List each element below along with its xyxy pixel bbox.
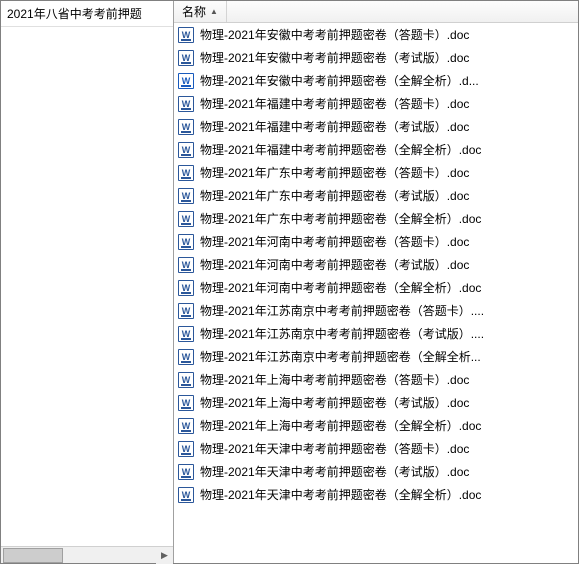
- file-row[interactable]: 物理-2021年福建中考考前押题密卷（答题卡）.doc: [174, 92, 578, 115]
- file-name-label: 物理-2021年安徽中考考前押题密卷（考试版）.doc: [200, 49, 469, 66]
- word-document-icon: [178, 487, 194, 503]
- file-row[interactable]: 物理-2021年天津中考考前押题密卷（全解全析）.doc: [174, 483, 578, 506]
- horizontal-scrollbar[interactable]: ▶: [1, 546, 173, 563]
- file-row[interactable]: 物理-2021年河南中考考前押题密卷（考试版）.doc: [174, 253, 578, 276]
- file-row[interactable]: 物理-2021年江苏南京中考考前押题密卷（考试版）....: [174, 322, 578, 345]
- file-name-label: 物理-2021年上海中考考前押题密卷（全解全析）.doc: [200, 417, 481, 434]
- column-header-name[interactable]: 名称 ▲: [174, 1, 227, 22]
- file-list: 物理-2021年安徽中考考前押题密卷（答题卡）.doc 物理-2021年安徽中考考…: [174, 23, 578, 563]
- word-document-icon: [178, 303, 194, 319]
- file-name-label: 物理-2021年江苏南京中考考前押题密卷（考试版）....: [200, 325, 484, 342]
- file-name-label: 物理-2021年福建中考考前押题密卷（考试版）.doc: [200, 118, 469, 135]
- file-name-label: 物理-2021年天津中考考前押题密卷（答题卡）.doc: [200, 440, 469, 457]
- file-row[interactable]: 物理-2021年广东中考考前押题密卷（全解全析）.doc: [174, 207, 578, 230]
- file-name-label: 物理-2021年上海中考考前押题密卷（答题卡）.doc: [200, 371, 469, 388]
- file-row[interactable]: 物理-2021年福建中考考前押题密卷（考试版）.doc: [174, 115, 578, 138]
- word-document-icon: [178, 372, 194, 388]
- file-row[interactable]: 物理-2021年上海中考考前押题密卷（全解全析）.doc: [174, 414, 578, 437]
- word-document-icon: [178, 96, 194, 112]
- file-name-label: 物理-2021年江苏南京中考考前押题密卷（全解全析...: [200, 348, 481, 365]
- word-document-icon: [178, 119, 194, 135]
- column-header-row: 名称 ▲: [174, 1, 578, 23]
- file-list-panel: 名称 ▲ 物理-2021年安徽中考考前押题密卷（答题卡）.doc物理-2021年…: [174, 1, 578, 563]
- word-document-icon: [178, 280, 194, 296]
- word-document-icon: [178, 27, 194, 43]
- word-document-icon: [178, 257, 194, 273]
- word-document-icon: [178, 395, 194, 411]
- file-name-label: 物理-2021年河南中考考前押题密卷（答题卡）.doc: [200, 233, 469, 250]
- file-name-label: 物理-2021年江苏南京中考考前押题密卷（答题卡）....: [200, 302, 484, 319]
- file-name-label: 物理-2021年福建中考考前押题密卷（答题卡）.doc: [200, 95, 469, 112]
- file-row[interactable]: 物理-2021年河南中考考前押题密卷（答题卡）.doc: [174, 230, 578, 253]
- scrollbar-thumb[interactable]: [3, 548, 63, 563]
- folder-tree-panel: 2021年八省中考考前押题 ▶: [1, 1, 174, 563]
- file-row[interactable]: 物理-2021年安徽中考考前押题密卷（答题卡）.doc: [174, 23, 578, 46]
- file-row[interactable]: 物理-2021年江苏南京中考考前押题密卷（答题卡）....: [174, 299, 578, 322]
- file-row[interactable]: 物理-2021年福建中考考前押题密卷（全解全析）.doc: [174, 138, 578, 161]
- word-document-icon: [178, 211, 194, 227]
- file-name-label: 物理-2021年河南中考考前押题密卷（考试版）.doc: [200, 256, 469, 273]
- file-row[interactable]: 物理-2021年上海中考考前押题密卷（答题卡）.doc: [174, 368, 578, 391]
- file-row[interactable]: 物理-2021年广东中考考前押题密卷（考试版）.doc: [174, 184, 578, 207]
- file-row[interactable]: 物理-2021年河南中考考前押题密卷（全解全析）.doc: [174, 276, 578, 299]
- file-name-label: 物理-2021年天津中考考前押题密卷（全解全析）.doc: [200, 486, 481, 503]
- file-row[interactable]: 物理-2021年安徽中考考前押题密卷（考试版）.doc: [174, 46, 578, 69]
- word-document-icon: [178, 50, 194, 66]
- file-name-label: 物理-2021年福建中考考前押题密卷（全解全析）.doc: [200, 141, 481, 158]
- file-name-label: 物理-2021年广东中考考前押题密卷（全解全析）.doc: [200, 210, 481, 227]
- word-document-icon: [178, 441, 194, 457]
- word-document-icon: [178, 188, 194, 204]
- word-document-icon: [178, 165, 194, 181]
- file-row[interactable]: 物理-2021年广东中考考前押题密卷（答题卡）.doc: [174, 161, 578, 184]
- file-name-label: 物理-2021年上海中考考前押题密卷（考试版）.doc: [200, 394, 469, 411]
- word-document-icon: [178, 73, 194, 89]
- sort-ascending-icon: ▲: [210, 7, 218, 16]
- word-document-icon: [178, 234, 194, 250]
- folder-name[interactable]: 2021年八省中考考前押题: [1, 1, 173, 27]
- file-name-label: 物理-2021年安徽中考考前押题密卷（全解全析）.d...: [200, 72, 479, 89]
- tree-empty-area: [1, 27, 173, 546]
- file-name-label: 物理-2021年河南中考考前押题密卷（全解全析）.doc: [200, 279, 481, 296]
- file-name-label: 物理-2021年安徽中考考前押题密卷（答题卡）.doc: [200, 26, 469, 43]
- word-document-icon: [178, 418, 194, 434]
- file-row[interactable]: 物理-2021年天津中考考前押题密卷（答题卡）.doc: [174, 437, 578, 460]
- file-name-label: 物理-2021年广东中考考前押题密卷（考试版）.doc: [200, 187, 469, 204]
- word-document-icon: [178, 349, 194, 365]
- file-explorer: 2021年八省中考考前押题 ▶ 名称 ▲ 物理-2021年安徽中考考前押题密卷（…: [0, 0, 579, 564]
- file-row[interactable]: 物理-2021年天津中考考前押题密卷（考试版）.doc: [174, 460, 578, 483]
- file-row[interactable]: 物理-2021年江苏南京中考考前押题密卷（全解全析...: [174, 345, 578, 368]
- file-row[interactable]: 物理-2021年安徽中考考前押题密卷（全解全析）.d...: [174, 69, 578, 92]
- file-name-label: 物理-2021年广东中考考前押题密卷（答题卡）.doc: [200, 164, 469, 181]
- word-document-icon: [178, 326, 194, 342]
- file-name-label: 物理-2021年天津中考考前押题密卷（考试版）.doc: [200, 463, 469, 480]
- file-row[interactable]: 物理-2021年上海中考考前押题密卷（考试版）.doc: [174, 391, 578, 414]
- word-document-icon: [178, 142, 194, 158]
- scrollbar-arrow-right-icon[interactable]: ▶: [156, 547, 173, 564]
- column-header-label: 名称: [182, 3, 206, 20]
- word-document-icon: [178, 464, 194, 480]
